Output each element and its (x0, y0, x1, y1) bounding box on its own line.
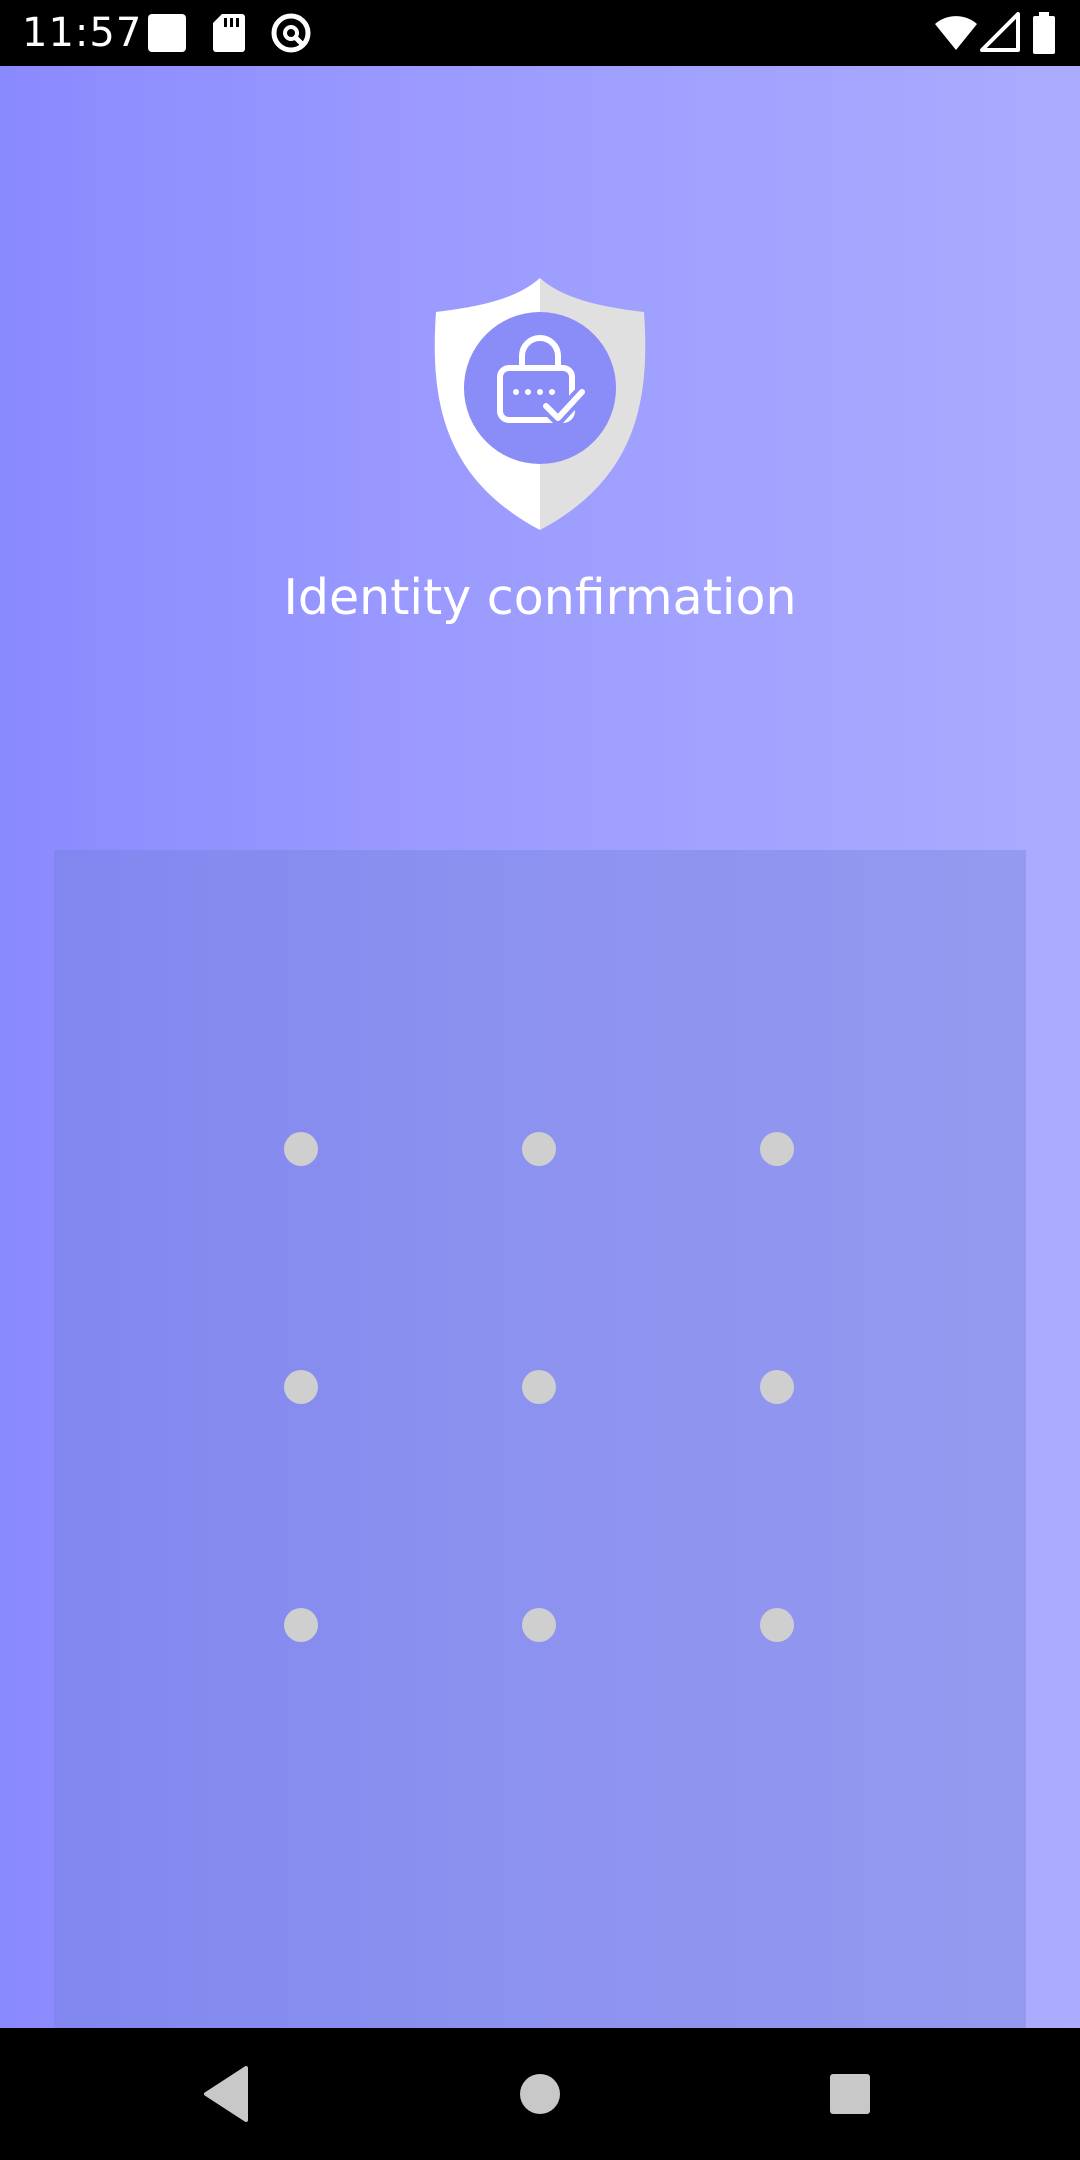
pattern-dot-6[interactable] (760, 1370, 794, 1404)
pattern-dot-9[interactable] (760, 1608, 794, 1642)
recents-icon[interactable] (784, 2028, 916, 2160)
pattern-dot-2[interactable] (522, 1132, 556, 1166)
pattern-dot-3[interactable] (760, 1132, 794, 1166)
back-icon[interactable] (160, 2028, 292, 2160)
pattern-dot-7[interactable] (284, 1608, 318, 1642)
pattern-lock-pad[interactable] (54, 850, 1026, 2028)
status-bar: 11:57 (0, 0, 1080, 66)
status-time: 11:57 (22, 10, 143, 56)
pattern-dot-8[interactable] (522, 1608, 556, 1642)
navigation-bar (0, 2028, 1080, 2160)
page-title: Identity confirmation (283, 569, 797, 626)
wifi-icon (935, 16, 977, 50)
battery-icon (1033, 12, 1055, 54)
home-icon[interactable] (474, 2028, 606, 2160)
cell-signal-icon (980, 12, 1020, 52)
square-notification-icon (148, 14, 186, 52)
at-sign-icon (271, 13, 311, 53)
pattern-dot-1[interactable] (284, 1132, 318, 1166)
sd-card-icon (213, 14, 245, 52)
identity-confirmation-screen: Identity confirmation (0, 66, 1080, 2028)
shield-lock-icon (434, 278, 646, 530)
pattern-dot-4[interactable] (284, 1370, 318, 1404)
pattern-dot-5[interactable] (522, 1370, 556, 1404)
